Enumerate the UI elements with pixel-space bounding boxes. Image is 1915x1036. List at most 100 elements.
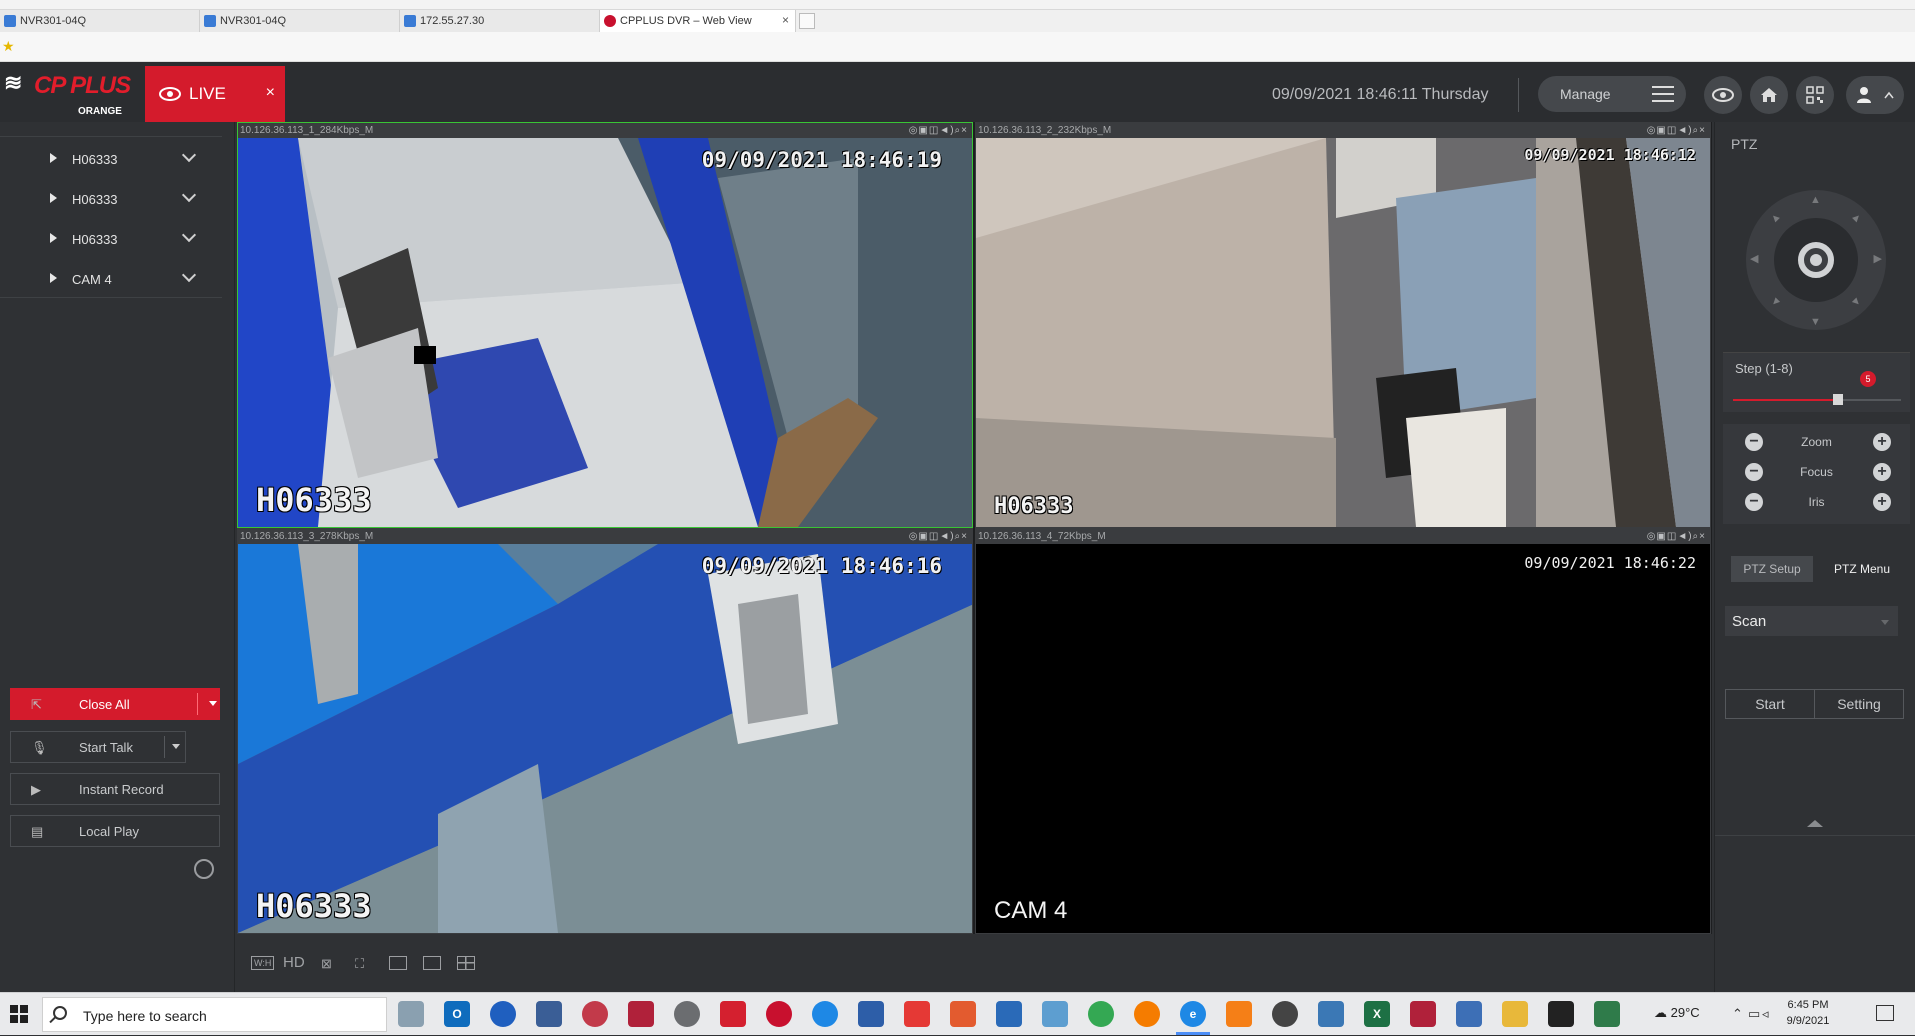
- browser-tab[interactable]: 172.55.27.30: [400, 10, 600, 32]
- arrow-right-icon[interactable]: ▶: [1874, 252, 1882, 265]
- dropdown-arrow-icon[interactable]: [209, 701, 217, 706]
- instant-record-button[interactable]: ▶ Instant Record: [10, 773, 220, 805]
- weather-widget[interactable]: ☁ 29°C: [1654, 1005, 1700, 1021]
- user-menu-button[interactable]: [1846, 76, 1904, 114]
- close-all-button[interactable]: ⇱ Close All: [10, 688, 220, 720]
- taskbar-search-box[interactable]: Type here to search: [42, 997, 387, 1032]
- ptz-joystick[interactable]: ▲ ▼ ◀ ▶ ▲ ▲ ▼ ▼: [1746, 190, 1886, 330]
- app-icon-cms-2[interactable]: [1410, 1001, 1436, 1027]
- live-tab[interactable]: LIVE ×: [145, 66, 285, 122]
- zoom-in-button[interactable]: +: [1873, 433, 1891, 451]
- device-item[interactable]: H06333: [0, 140, 222, 180]
- arrow-up-right-icon[interactable]: ▲: [1848, 210, 1864, 226]
- app-icon-teamviewer[interactable]: [812, 1001, 838, 1027]
- app-icon-network[interactable]: [536, 1001, 562, 1027]
- snapshot-icon[interactable]: ⊠: [321, 956, 332, 972]
- notification-icon[interactable]: [1876, 1005, 1894, 1021]
- tab-ptz-menu[interactable]: PTZ Menu: [1815, 556, 1909, 582]
- device-item[interactable]: H06333: [0, 180, 222, 220]
- step-slider-thumb[interactable]: [1833, 394, 1843, 405]
- app-icon-media[interactable]: [1272, 1001, 1298, 1027]
- arrow-up-left-icon[interactable]: ▲: [1767, 210, 1783, 226]
- joystick-knob[interactable]: [1798, 242, 1834, 278]
- chevron-down-icon[interactable]: [181, 187, 197, 203]
- talk-status-indicator[interactable]: [194, 859, 214, 879]
- arrow-down-right-icon[interactable]: ▼: [1848, 294, 1864, 310]
- taskbar-clock[interactable]: 6:45 PM 9/9/2021: [1768, 997, 1848, 1029]
- app-icon-window[interactable]: [858, 1001, 884, 1027]
- tab-ptz-setup[interactable]: PTZ Setup: [1731, 556, 1813, 582]
- app-icon-cms[interactable]: [628, 1001, 654, 1027]
- app-icon-remote[interactable]: [1456, 1001, 1482, 1027]
- app-icon-monitor[interactable]: [996, 1001, 1022, 1027]
- network-icon[interactable]: ▭: [1748, 1006, 1760, 1022]
- chevron-down-icon[interactable]: [181, 227, 197, 243]
- preview-eye-button[interactable]: [1704, 76, 1742, 114]
- firefox-icon[interactable]: [1134, 1001, 1160, 1027]
- app-icon-viewer[interactable]: [720, 1001, 746, 1027]
- device-item[interactable]: H06333: [0, 220, 222, 260]
- app-icon-camera[interactable]: [398, 1001, 424, 1027]
- browser-tab[interactable]: NVR301-04Q: [0, 10, 200, 32]
- pane-controls-icon[interactable]: ◎▣◫◄)⌕×: [909, 123, 968, 138]
- fit-screen-icon[interactable]: ⛶: [355, 956, 364, 972]
- arrow-up-icon[interactable]: ▲: [1810, 194, 1821, 206]
- start-talk-button[interactable]: 🎙 Start Talk: [10, 731, 186, 763]
- layout-four-icon[interactable]: [457, 956, 475, 970]
- video-pane[interactable]: 10.126.36.113_3_278Kbps_M ◎▣◫◄)⌕× 09/09/2…: [237, 528, 973, 934]
- local-play-button[interactable]: ▤ Local Play: [10, 815, 220, 847]
- file-explorer-icon[interactable]: [1502, 1001, 1528, 1027]
- manage-button[interactable]: Manage: [1538, 76, 1686, 112]
- start-button[interactable]: Start: [1725, 689, 1815, 719]
- home-button[interactable]: [1750, 76, 1788, 114]
- favorites-star-icon[interactable]: ★: [2, 38, 15, 55]
- video-pane[interactable]: 10.126.36.113_4_72Kbps_M ◎▣◫◄)⌕× 09/09/20…: [975, 528, 1711, 934]
- app-icon-forward[interactable]: [950, 1001, 976, 1027]
- arrow-down-left-icon[interactable]: ▼: [1767, 294, 1783, 310]
- app-icon-outlook[interactable]: O: [444, 1001, 470, 1027]
- excel-icon[interactable]: X: [1364, 1001, 1390, 1027]
- windows-start-icon[interactable]: [10, 1005, 28, 1023]
- app-icon-browser[interactable]: [490, 1001, 516, 1027]
- app-icon-settings[interactable]: [674, 1001, 700, 1027]
- layout-two-icon[interactable]: [389, 956, 407, 970]
- expand-triangle-icon[interactable]: [50, 233, 57, 243]
- expand-triangle-icon[interactable]: [50, 193, 57, 203]
- calculator-icon[interactable]: [1318, 1001, 1344, 1027]
- expand-triangle-icon[interactable]: [50, 273, 57, 283]
- chevron-down-icon[interactable]: [181, 267, 197, 283]
- dropdown-arrow-icon[interactable]: [172, 744, 180, 749]
- arrow-down-icon[interactable]: ▼: [1810, 316, 1821, 328]
- browser-tab[interactable]: NVR301-04Q: [200, 10, 400, 32]
- close-live-tab-icon[interactable]: ×: [266, 84, 275, 102]
- pane-controls-icon[interactable]: ◎▣◫◄)⌕×: [1647, 123, 1706, 138]
- video-pane[interactable]: 10.126.36.113_1_284Kbps_M ◎▣◫◄)⌕× 09/09/2…: [237, 122, 973, 528]
- video-pane[interactable]: 10.126.36.113_2_232Kbps_M ◎▣◫◄)⌕× 09/09/2…: [975, 122, 1711, 528]
- hd-button[interactable]: HD: [283, 954, 305, 971]
- expand-triangle-icon[interactable]: [50, 153, 57, 163]
- app-icon-tool[interactable]: [582, 1001, 608, 1027]
- arrow-left-icon[interactable]: ◀: [1750, 252, 1758, 265]
- scan-mode-select[interactable]: Scan: [1725, 606, 1898, 636]
- app-icon-notes[interactable]: [1042, 1001, 1068, 1027]
- new-tab-button[interactable]: [799, 13, 815, 29]
- focus-plus-button[interactable]: +: [1873, 463, 1891, 481]
- pane-controls-icon[interactable]: ◎▣◫◄)⌕×: [909, 529, 968, 544]
- app-icon-cpplus[interactable]: [766, 1001, 792, 1027]
- app-icon-sheet[interactable]: [1594, 1001, 1620, 1027]
- vlc-icon[interactable]: [1226, 1001, 1252, 1027]
- collapse-up-icon[interactable]: [1807, 820, 1823, 827]
- qr-code-button[interactable]: [1796, 76, 1834, 114]
- terminal-icon[interactable]: [1548, 1001, 1574, 1027]
- chevron-up-icon[interactable]: ⌃: [1732, 1006, 1743, 1022]
- chevron-down-icon[interactable]: [181, 147, 197, 163]
- browser-tab-active[interactable]: CPPLUS DVR – Web View ×: [600, 10, 796, 32]
- layout-single-icon[interactable]: [423, 956, 441, 970]
- setting-button[interactable]: Setting: [1814, 689, 1904, 719]
- pane-controls-icon[interactable]: ◎▣◫◄)⌕×: [1647, 529, 1706, 544]
- device-item[interactable]: CAM 4: [0, 260, 222, 300]
- iris-plus-button[interactable]: +: [1873, 493, 1891, 511]
- close-tab-icon[interactable]: ×: [782, 13, 789, 27]
- app-icon-anydesk[interactable]: [904, 1001, 930, 1027]
- chrome-icon[interactable]: [1088, 1001, 1114, 1027]
